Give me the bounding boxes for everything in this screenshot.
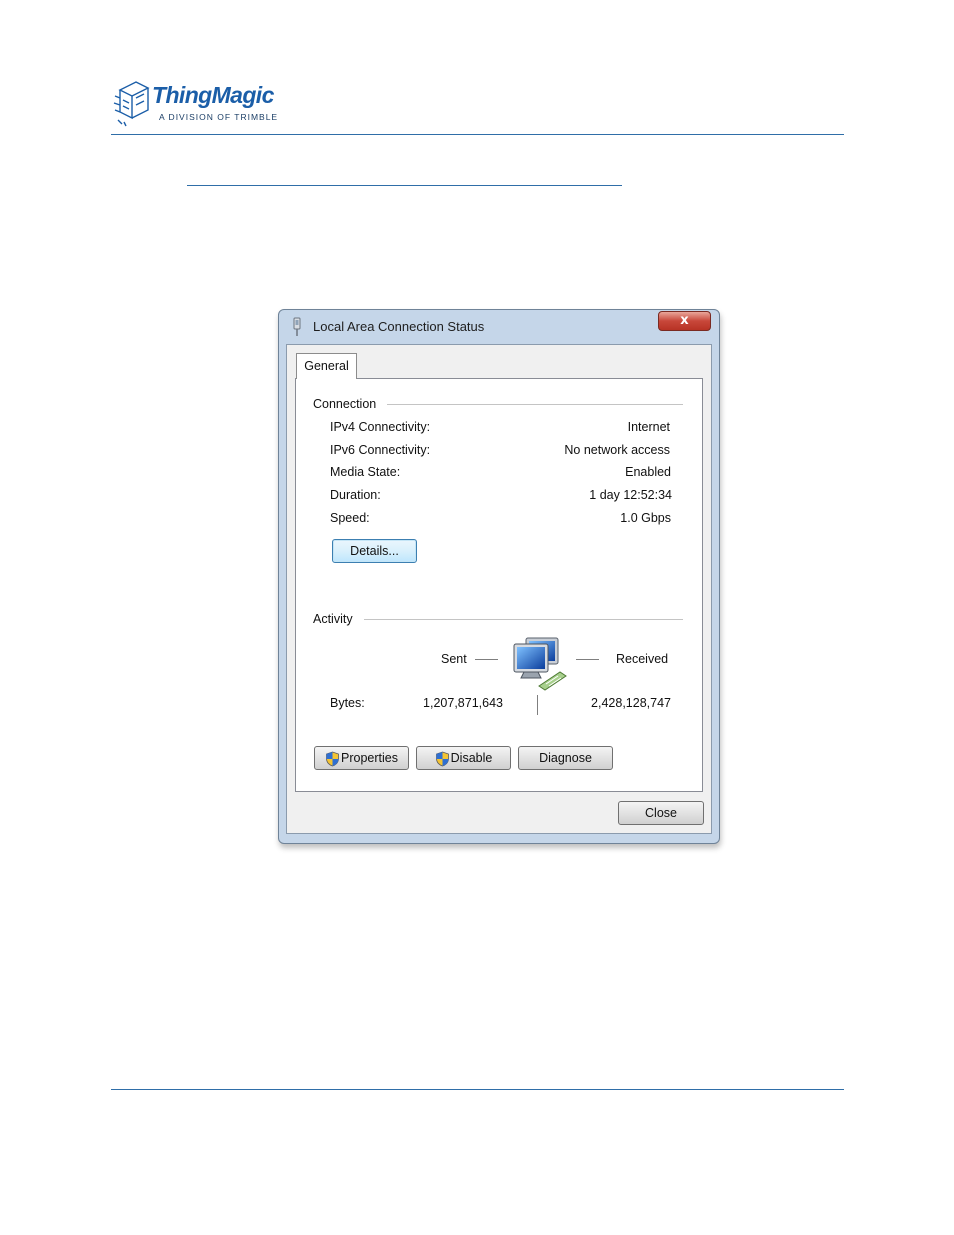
received-label: Received bbox=[616, 652, 669, 666]
ipv6-connectivity-label: IPv6 Connectivity: bbox=[330, 443, 431, 457]
disable-button-label: Disable bbox=[450, 751, 493, 765]
header-rule bbox=[111, 134, 844, 135]
bytes-sent-value: 1,207,871,643 bbox=[423, 696, 503, 710]
tab-general[interactable]: General bbox=[296, 353, 357, 379]
hyperlink-underline[interactable] bbox=[187, 185, 622, 186]
details-button[interactable]: Details... bbox=[332, 539, 417, 563]
activity-divider bbox=[364, 619, 683, 620]
ipv6-connectivity-value: No network access bbox=[564, 443, 670, 457]
ipv4-connectivity-value: Internet bbox=[627, 420, 670, 434]
network-computers-icon bbox=[513, 637, 567, 691]
network-adapter-icon bbox=[293, 317, 301, 336]
window-title: Local Area Connection Status bbox=[313, 319, 485, 334]
connection-divider bbox=[387, 404, 683, 405]
media-state-label: Media State: bbox=[330, 465, 401, 479]
ipv4-connectivity-label: IPv4 Connectivity: bbox=[330, 420, 431, 434]
sent-label: Sent bbox=[441, 652, 467, 666]
activity-section-label: Activity bbox=[313, 612, 353, 626]
sent-line bbox=[475, 659, 498, 660]
brand-name: ThingMagic bbox=[152, 82, 274, 108]
media-state-value: Enabled bbox=[625, 465, 671, 479]
activity-separator bbox=[537, 695, 538, 715]
diagnose-button[interactable]: Diagnose bbox=[518, 746, 613, 770]
disable-button[interactable]: Disable bbox=[416, 746, 511, 770]
speed-label: Speed: bbox=[330, 511, 370, 525]
received-line bbox=[576, 659, 599, 660]
speed-value: 1.0 Gbps bbox=[620, 511, 671, 525]
connection-section-label: Connection bbox=[313, 397, 377, 411]
bytes-label: Bytes: bbox=[330, 696, 365, 710]
properties-button-label: Properties bbox=[341, 751, 398, 765]
properties-button[interactable]: Properties bbox=[314, 746, 409, 770]
duration-label: Duration: bbox=[330, 488, 381, 502]
general-tab-panel bbox=[295, 378, 703, 792]
brand-tagline: A DIVISION OF TRIMBLE bbox=[159, 112, 279, 122]
footer-rule bbox=[111, 1089, 844, 1090]
duration-value: 1 day 12:52:34 bbox=[589, 488, 672, 502]
uac-shield-icon bbox=[326, 751, 339, 767]
close-button[interactable]: Close bbox=[618, 801, 704, 825]
close-icon[interactable]: x bbox=[658, 311, 711, 331]
uac-shield-icon bbox=[435, 751, 449, 767]
bytes-received-value: 2,428,128,747 bbox=[591, 696, 671, 710]
